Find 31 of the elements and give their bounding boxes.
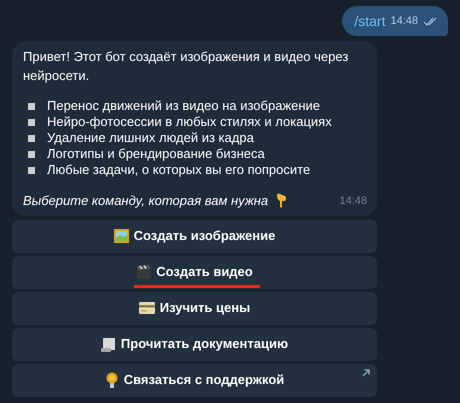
- bullet-square-icon: [28, 102, 35, 110]
- button-label: Связаться с поддержкой: [124, 371, 284, 390]
- keyboard-button[interactable]: Связаться с поддержкой: [12, 364, 377, 396]
- intro-text: Привет! Этот бот создаёт изображения и видео через нейросети.: [23, 48, 350, 85]
- clapperboard-icon: [136, 265, 152, 279]
- feature-item: Логотипы и брендирование бизнеса: [47, 145, 265, 164]
- button-label: Изучить цены: [160, 299, 250, 318]
- feature-item: Удаление лишних людей из кадра: [47, 129, 254, 148]
- framed-picture-icon: [114, 229, 129, 243]
- message-time: 14:48: [339, 194, 367, 208]
- button-label: Создать изображение: [134, 227, 276, 246]
- keyboard-button[interactable]: Создать изображение: [12, 220, 377, 252]
- external-link-arrow-icon: [362, 368, 370, 376]
- credit-card-icon: [138, 302, 155, 314]
- keyboard-button[interactable]: Прочитать документацию: [12, 328, 377, 360]
- command-link[interactable]: /start: [354, 10, 386, 32]
- button-label: Прочитать документацию: [120, 335, 288, 354]
- feature-item: Нейро-фотосессии в любых стилях и локациях: [47, 113, 332, 132]
- bullet-square-icon: [28, 118, 35, 126]
- bullet-square-icon: [28, 150, 35, 158]
- feature-item: Перенос движений из видео на изображение: [47, 97, 320, 116]
- bullet-square-icon: [28, 166, 35, 174]
- feature-item: Любые задачи, о которых вы его попросите: [47, 161, 310, 180]
- button-label: Создать видео: [156, 263, 253, 282]
- pointing-hand-icon: [276, 193, 288, 208]
- keyboard-button[interactable]: Создать видео: [12, 256, 377, 288]
- keyboard-button[interactable]: Изучить цены: [12, 292, 377, 324]
- message-time: 14:48: [390, 14, 418, 29]
- prompt-text: Выберите команду, которая вам нужна: [23, 192, 268, 210]
- scroll-icon: [100, 336, 116, 352]
- bullet-square-icon: [28, 134, 35, 142]
